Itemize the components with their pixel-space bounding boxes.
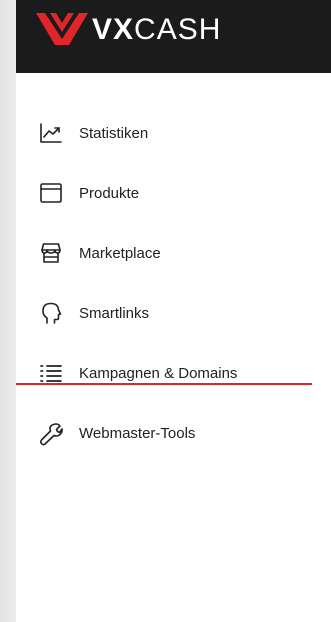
vx-logo-icon: [36, 13, 88, 45]
wrench-icon: [38, 420, 64, 446]
trending-chart-icon: [38, 120, 64, 146]
top-bar: VXCASH: [16, 0, 331, 73]
sidebar-item-statistiken[interactable]: Statistiken: [16, 103, 331, 163]
sidebar-item-label: Marketplace: [79, 244, 161, 262]
page: VXCASH Statistiken Produkte Marketplace …: [0, 0, 331, 622]
head-profile-icon: [38, 300, 64, 326]
sidebar-item-label: Produkte: [79, 184, 140, 202]
brand-name-regular: CASH: [134, 13, 222, 46]
sidebar-item-label: Smartlinks: [79, 304, 150, 322]
sidebar-item-webmaster-tools[interactable]: Webmaster-Tools: [16, 403, 331, 463]
sidebar-nav: Statistiken Produkte Marketplace Smartli…: [16, 103, 331, 463]
storefront-icon: [38, 240, 64, 266]
brand-name: VXCASH: [92, 15, 221, 45]
brand-name-bold: VX: [92, 13, 135, 46]
sidebar-item-smartlinks[interactable]: Smartlinks: [16, 283, 331, 343]
sidebar-item-marketplace[interactable]: Marketplace: [16, 223, 331, 283]
sidebar-item-kampagnen-domains[interactable]: Kampagnen & Domains: [16, 343, 331, 403]
browser-window-icon: [38, 180, 64, 206]
sidebar-shadow: [0, 0, 16, 622]
brand-logo[interactable]: VXCASH: [36, 10, 221, 50]
sidebar-item-label: Kampagnen & Domains: [79, 364, 238, 382]
active-item-underline: [16, 383, 312, 385]
sidebar: VXCASH Statistiken Produkte Marketplace …: [16, 0, 331, 622]
sidebar-item-produkte[interactable]: Produkte: [16, 163, 331, 223]
sidebar-item-label: Statistiken: [79, 124, 149, 142]
sidebar-item-label: Webmaster-Tools: [79, 424, 196, 442]
